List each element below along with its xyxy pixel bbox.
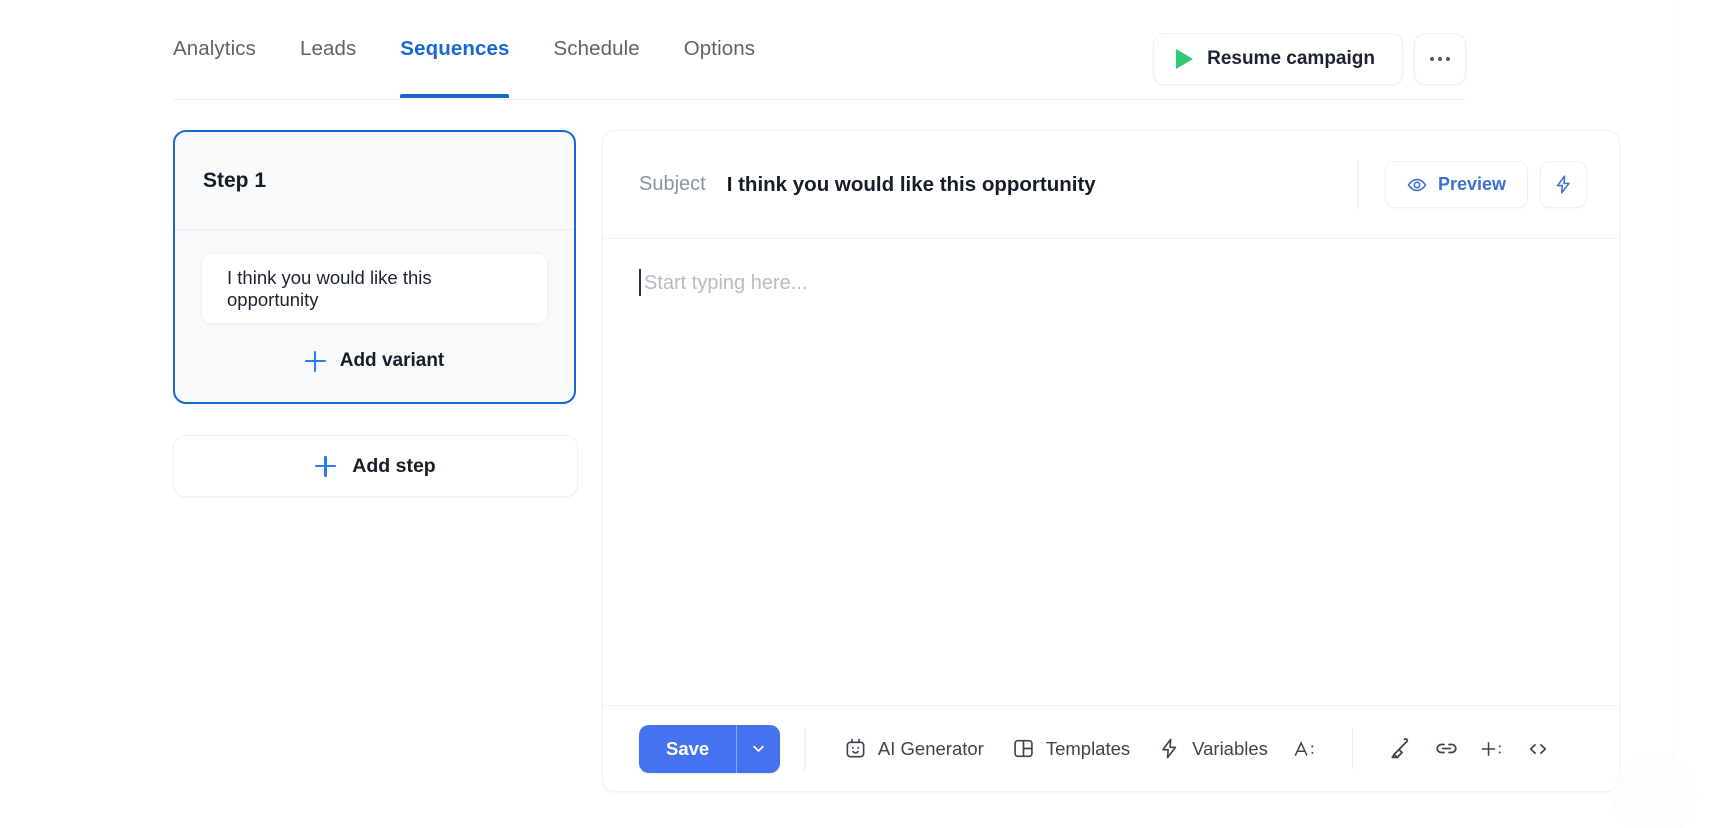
insert-element-icon [1482, 741, 1502, 756]
chevron-down-icon [753, 745, 765, 752]
tab-options[interactable]: Options [662, 0, 777, 98]
text-format-icon [1294, 740, 1314, 756]
step-card-body: I think you would like this opportunity … [175, 230, 574, 402]
save-dropdown-button[interactable] [737, 725, 780, 773]
text-cursor [639, 269, 641, 296]
step-card-1[interactable]: Step 1 I think you would like this oppor… [173, 130, 576, 404]
ai-generator-button[interactable]: AI Generator [830, 727, 998, 771]
plus-icon [304, 350, 326, 372]
text-format-button[interactable] [1282, 727, 1328, 771]
ai-assist-button[interactable] [1540, 161, 1587, 208]
divider [1357, 160, 1359, 209]
add-variant-button[interactable]: Add variant [201, 350, 548, 372]
editor-toolbar: Save AI Generator Templates Variables [603, 705, 1619, 791]
tab-schedule-label: Schedule [553, 37, 640, 60]
templates-button[interactable]: Templates [998, 727, 1144, 771]
more-options-button[interactable] [1414, 33, 1466, 85]
code-view-button[interactable] [1515, 727, 1561, 771]
sequence-steps-column: Step 1 I think you would like this oppor… [173, 130, 578, 497]
templates-label: Templates [1045, 737, 1131, 759]
body-placeholder: Start typing here... [644, 272, 808, 294]
divider [804, 727, 806, 770]
variables-label: Variables [1192, 737, 1268, 759]
plus-icon [315, 455, 337, 477]
add-step-button[interactable]: Add step [173, 435, 578, 497]
ai-generator-label: AI Generator [877, 737, 984, 759]
support-chat-widget[interactable] [1611, 752, 1697, 828]
subject-label: Subject [639, 173, 706, 195]
add-step-label: Add step [352, 454, 436, 477]
tab-sequences[interactable]: Sequences [378, 0, 531, 98]
tab-analytics-label: Analytics [173, 37, 256, 60]
tab-leads[interactable]: Leads [278, 0, 378, 98]
top-bar-actions: Resume campaign [1153, 33, 1466, 85]
clear-formatting-button[interactable] [1377, 727, 1423, 771]
clear-formatting-icon [1391, 737, 1409, 759]
ellipsis-icon [1446, 57, 1450, 61]
preview-button[interactable]: Preview [1384, 161, 1528, 208]
resume-campaign-button[interactable]: Resume campaign [1153, 33, 1403, 85]
insert-element-button[interactable] [1469, 727, 1515, 771]
divider [1351, 727, 1354, 770]
tab-schedule[interactable]: Schedule [531, 0, 661, 98]
variant-item[interactable]: I think you would like this opportunity [201, 253, 548, 324]
subject-input[interactable]: I think you would like this opportunity [727, 173, 1358, 197]
variables-button[interactable]: Variables [1144, 727, 1282, 771]
tab-analytics[interactable]: Analytics [173, 0, 278, 98]
subject-actions: Preview [1357, 160, 1587, 209]
email-body-editor[interactable]: Start typing here... [603, 239, 1619, 705]
insert-link-icon [1436, 743, 1457, 754]
templates-icon [1014, 739, 1033, 758]
lightning-bolt-icon [1162, 738, 1177, 759]
eye-icon [1407, 178, 1427, 191]
top-bar: Analytics Leads Sequences Schedule Optio… [0, 0, 1711, 100]
ellipsis-icon [1430, 57, 1434, 61]
page-right-edge [1671, 0, 1673, 828]
tab-options-label: Options [683, 37, 756, 60]
tab-list: Analytics Leads Sequences Schedule Optio… [173, 0, 777, 98]
play-icon [1176, 49, 1194, 69]
resume-campaign-label: Resume campaign [1207, 48, 1375, 69]
campaign-sequences-page: Analytics Leads Sequences Schedule Optio… [0, 0, 1711, 828]
code-view-icon [1530, 743, 1547, 754]
ai-generator-icon [846, 738, 865, 758]
insert-link-button[interactable] [1423, 727, 1469, 771]
subject-row: Subject I think you would like this oppo… [603, 131, 1619, 239]
save-button[interactable]: Save [639, 725, 736, 773]
email-editor-panel: Subject I think you would like this oppo… [602, 130, 1620, 792]
add-variant-label: Add variant [339, 350, 445, 371]
tab-leads-label: Leads [299, 37, 357, 60]
step-card-header: Step 1 [175, 132, 574, 230]
ellipsis-icon [1438, 57, 1442, 61]
lightning-bolt-icon [1556, 175, 1570, 194]
tab-sequences-label: Sequences [400, 37, 510, 60]
step-title: Step 1 [203, 168, 267, 192]
save-button-group[interactable]: Save [639, 724, 781, 773]
preview-label: Preview [1437, 174, 1506, 194]
variant-label: I think you would like this opportunity [227, 266, 432, 310]
save-label: Save [666, 737, 710, 759]
